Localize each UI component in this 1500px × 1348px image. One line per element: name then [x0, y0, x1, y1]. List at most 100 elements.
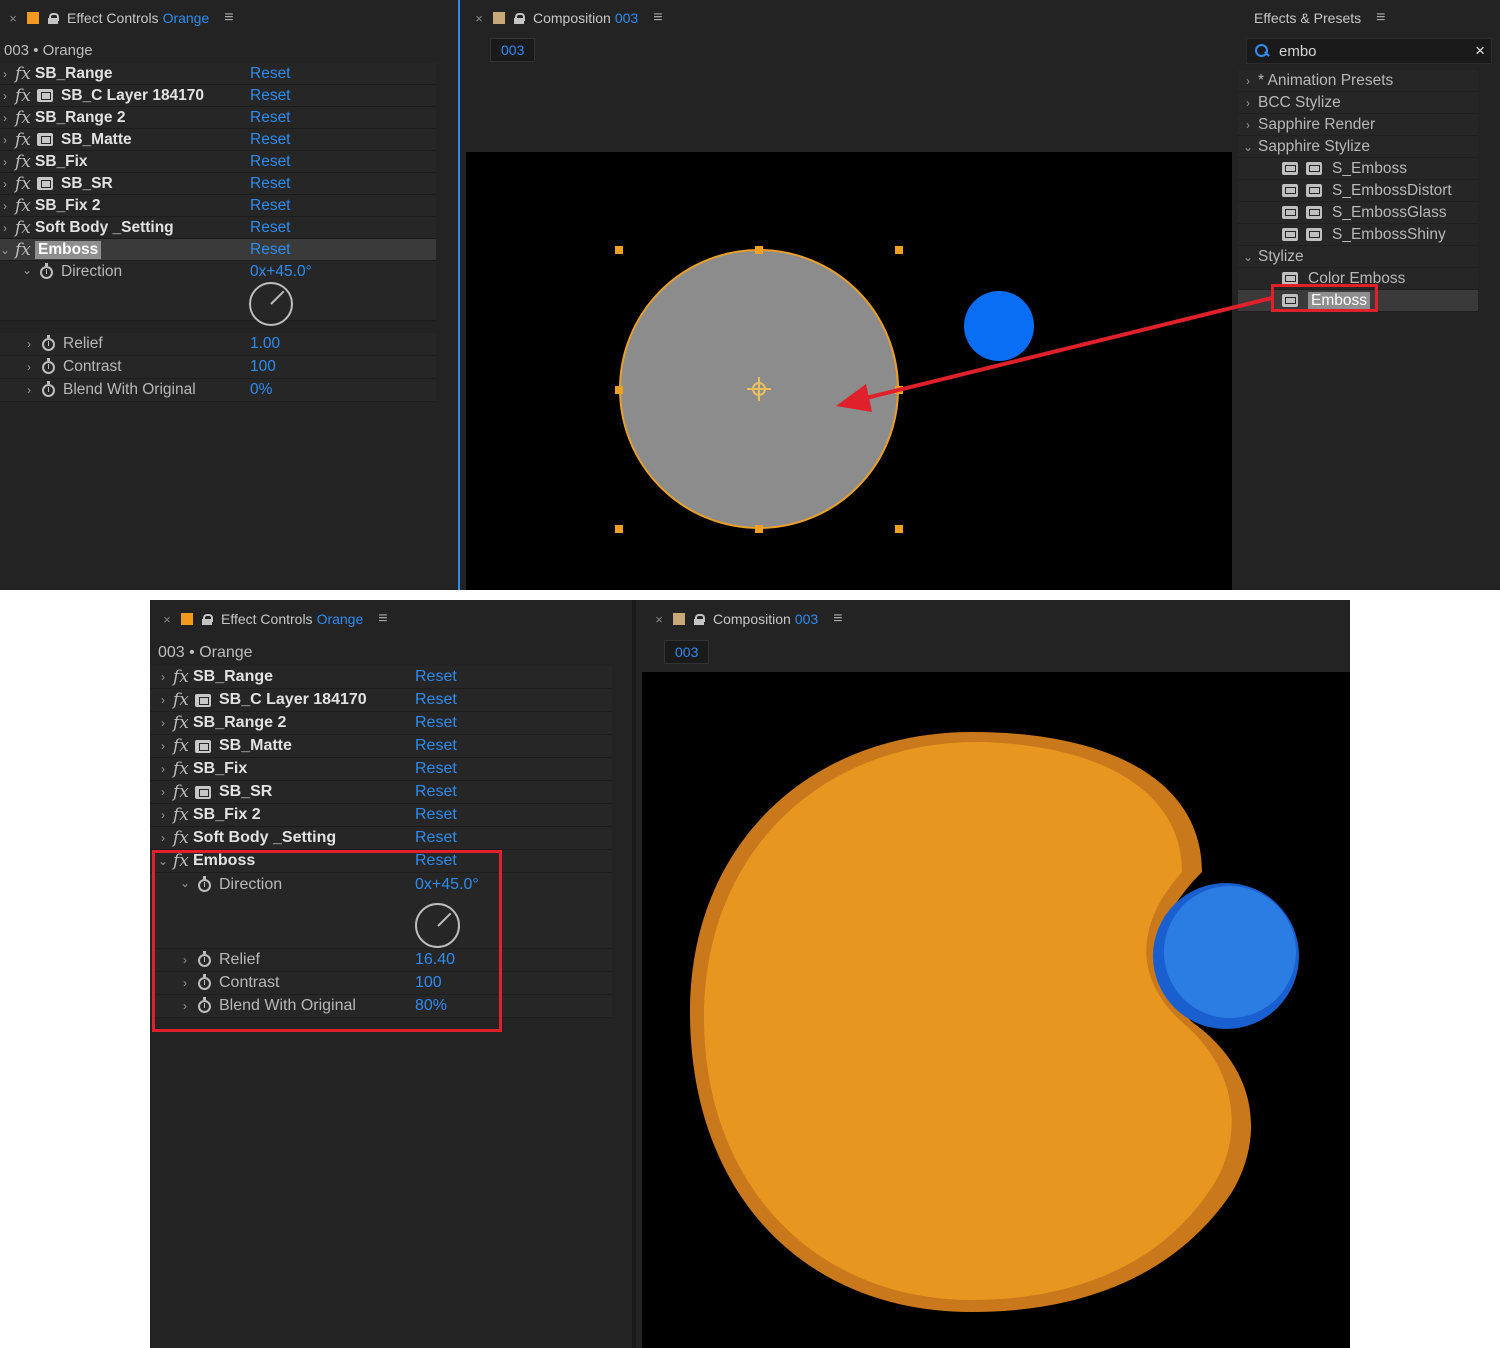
effect-row[interactable]: › fx Soft Body _Setting Reset	[0, 217, 436, 239]
layer-name-dropdown[interactable]: Orange	[163, 10, 210, 26]
effect-name[interactable]: SB_Range 2	[193, 714, 286, 732]
panel-menu-icon[interactable]: ≡	[833, 610, 842, 628]
expand-chevron-icon[interactable]: ›	[158, 670, 168, 684]
reset-button[interactable]: Reset	[415, 668, 457, 686]
stopwatch-icon[interactable]	[40, 263, 53, 279]
effect-name[interactable]: SB_Fix 2	[193, 806, 261, 824]
fx-icon[interactable]: fx	[173, 828, 193, 848]
tree-label[interactable]: S_EmbossGlass	[1332, 204, 1447, 222]
effect-row[interactable]: › fx SB_Range 2 Reset	[0, 107, 436, 129]
close-tab-icon[interactable]: ×	[654, 612, 664, 627]
expand-chevron-icon[interactable]: ›	[1238, 118, 1258, 132]
expand-chevron-icon[interactable]: ⌄	[22, 263, 32, 277]
close-tab-icon[interactable]: ×	[474, 11, 484, 26]
close-tab-icon[interactable]: ×	[162, 612, 172, 627]
reset-button[interactable]: Reset	[250, 65, 291, 83]
effect-row[interactable]: › fx SB_Range Reset	[0, 63, 436, 85]
effect-row[interactable]: › fx SB_Fix Reset	[150, 758, 612, 781]
reset-button[interactable]: Reset	[250, 87, 291, 105]
effect-name[interactable]: SB_Fix 2	[35, 197, 100, 215]
composition-viewer[interactable]	[642, 672, 1350, 1348]
fx-icon[interactable]: fx	[15, 86, 35, 106]
fx-icon[interactable]: fx	[15, 108, 35, 128]
expand-chevron-icon[interactable]: ›	[158, 739, 168, 753]
reset-button[interactable]: Reset	[415, 691, 457, 709]
tree-item[interactable]: S_Emboss	[1238, 158, 1478, 180]
effect-name[interactable]: SB_Fix	[35, 153, 88, 171]
tree-folder[interactable]: › Sapphire Render	[1238, 114, 1478, 136]
panel-menu-icon[interactable]: ≡	[1376, 9, 1385, 27]
effect-controls-tab[interactable]: × Effect Controls Orange ≡	[0, 0, 458, 36]
tree-label[interactable]: Stylize	[1258, 248, 1304, 266]
reset-button[interactable]: Reset	[415, 760, 457, 778]
lock-icon[interactable]	[694, 613, 705, 625]
effect-row[interactable]: › fx SB_C Layer 184170 Reset	[0, 85, 436, 107]
expand-chevron-icon[interactable]: ›	[0, 111, 10, 125]
comp-name[interactable]: 003	[795, 611, 818, 627]
effect-name[interactable]: Emboss	[35, 240, 102, 259]
fx-icon[interactable]: fx	[15, 196, 35, 216]
reset-button[interactable]: Reset	[250, 109, 291, 127]
relief-value[interactable]: 1.00	[250, 335, 280, 353]
panel-menu-icon[interactable]: ≡	[224, 9, 233, 27]
fx-icon[interactable]: fx	[15, 174, 35, 194]
tree-item[interactable]: S_EmbossShiny	[1238, 224, 1478, 246]
expand-chevron-icon[interactable]: ›	[158, 808, 168, 822]
tree-folder[interactable]: ⌄ Sapphire Stylize	[1238, 136, 1478, 158]
reset-button[interactable]: Reset	[415, 806, 457, 824]
expand-chevron-icon[interactable]: ›	[1238, 96, 1258, 110]
effect-row[interactable]: › fx SB_SR Reset	[150, 781, 612, 804]
effect-name[interactable]: SB_Range	[35, 65, 113, 83]
effect-row[interactable]: › fx SB_Fix Reset	[0, 151, 436, 173]
reset-button[interactable]: Reset	[415, 783, 457, 801]
panel-menu-icon[interactable]: ≡	[653, 9, 662, 27]
tree-item[interactable]: S_EmbossGlass	[1238, 202, 1478, 224]
lock-icon[interactable]	[514, 12, 525, 24]
effect-name[interactable]: SB_Fix	[193, 760, 247, 778]
fx-icon[interactable]: fx	[15, 152, 35, 172]
fx-icon[interactable]: fx	[173, 782, 193, 802]
fx-icon[interactable]: fx	[173, 713, 193, 733]
reset-button[interactable]: Reset	[250, 197, 291, 215]
layer-name-dropdown[interactable]: Orange	[317, 611, 364, 627]
effect-name[interactable]: SB_SR	[61, 175, 113, 193]
tree-label[interactable]: S_EmbossShiny	[1332, 226, 1446, 244]
clear-search-icon[interactable]: ×	[1475, 41, 1485, 61]
tree-item[interactable]: S_EmbossDistort	[1238, 180, 1478, 202]
fx-icon[interactable]: fx	[15, 218, 35, 238]
composition-tab[interactable]: × Composition 003 ≡	[466, 0, 1232, 36]
tree-label[interactable]: Sapphire Render	[1258, 116, 1375, 134]
expand-chevron-icon[interactable]: ›	[0, 133, 10, 147]
expand-chevron-icon[interactable]: ⌄	[0, 243, 10, 257]
expand-chevron-icon[interactable]: ›	[0, 199, 10, 213]
stopwatch-icon[interactable]	[42, 357, 55, 374]
tree-folder[interactable]: › BCC Stylize	[1238, 92, 1478, 114]
expand-chevron-icon[interactable]: ›	[1238, 74, 1258, 88]
expand-chevron-icon[interactable]: ›	[0, 177, 10, 191]
effect-name[interactable]: SB_SR	[219, 783, 272, 801]
effect-row[interactable]: › fx SB_Range Reset	[150, 666, 612, 689]
reset-button[interactable]: Reset	[415, 737, 457, 755]
tree-label[interactable]: * Animation Presets	[1258, 72, 1393, 90]
property-direction[interactable]: ⌄ Direction 0x+45.0°	[0, 261, 436, 326]
effects-presets-tab[interactable]: Effects & Presets ≡	[1238, 0, 1500, 36]
effect-name[interactable]: SB_C Layer 184170	[61, 87, 204, 105]
effect-row[interactable]: › fx SB_Fix 2 Reset	[150, 804, 612, 827]
effects-search-field[interactable]: embo ×	[1246, 38, 1492, 64]
lock-icon[interactable]	[48, 12, 59, 24]
fx-icon[interactable]: fx	[173, 759, 193, 779]
property-contrast[interactable]: › Contrast 100	[0, 356, 436, 379]
tree-label[interactable]: S_Emboss	[1332, 160, 1407, 178]
expand-chevron-icon[interactable]: ›	[158, 693, 168, 707]
tree-label[interactable]: S_EmbossDistort	[1332, 182, 1452, 200]
stopwatch-icon[interactable]	[42, 334, 55, 351]
expand-chevron-icon[interactable]: ›	[0, 155, 10, 169]
composition-tab[interactable]: × Composition 003 ≡	[640, 600, 1350, 638]
tree-folder[interactable]: › * Animation Presets	[1238, 70, 1478, 92]
search-input[interactable]: embo	[1279, 43, 1317, 60]
expand-chevron-icon[interactable]: ›	[0, 221, 10, 235]
reset-button[interactable]: Reset	[250, 175, 291, 193]
fx-icon[interactable]: fx	[15, 130, 35, 150]
composition-viewer[interactable]	[466, 152, 1232, 590]
contrast-value[interactable]: 100	[250, 358, 276, 376]
